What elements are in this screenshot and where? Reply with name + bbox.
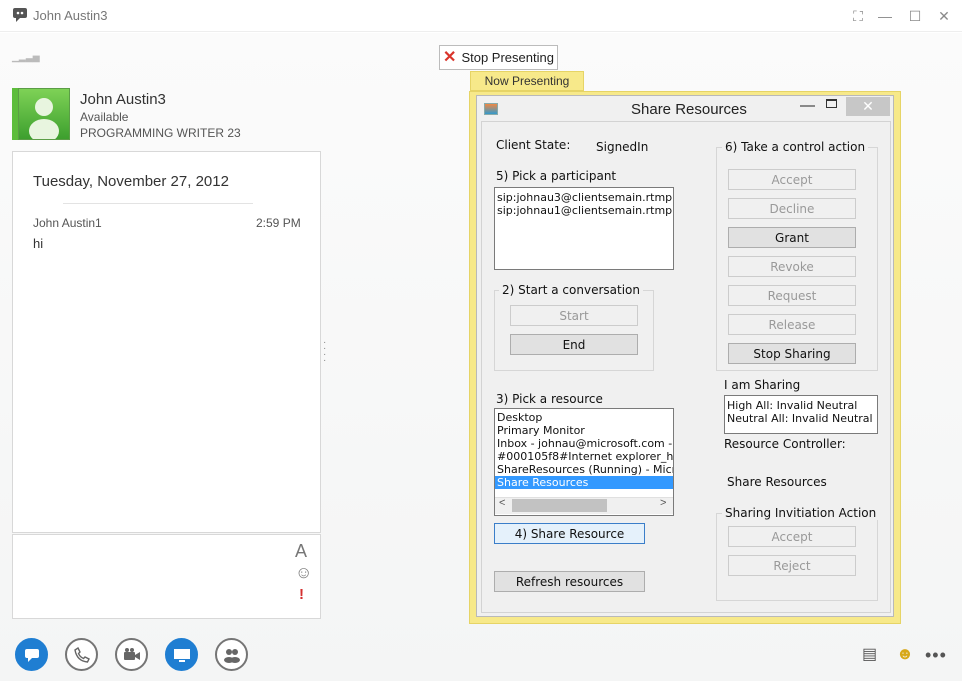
- list-item[interactable]: ShareResources (Running) - Microsof: [495, 463, 673, 476]
- message-input[interactable]: [12, 534, 321, 619]
- fullscreen-icon[interactable]: ⛶: [847, 6, 869, 26]
- decline-control-button[interactable]: Decline: [728, 198, 856, 219]
- list-item[interactable]: Inbox - johnau@microsoft.com - Outlo: [495, 437, 673, 450]
- sr-close-button[interactable]: ✕: [846, 97, 890, 116]
- i-am-sharing-label: I am Sharing: [724, 378, 801, 392]
- im-button[interactable]: [15, 638, 48, 671]
- stop-presenting-button[interactable]: ✕ Stop Presenting: [439, 45, 558, 70]
- stop-presenting-label: Stop Presenting: [461, 50, 554, 65]
- list-item[interactable]: sip:johnau3@clientsemain.rtmp.selfhc: [495, 191, 673, 204]
- layout-icon[interactable]: ▤: [862, 644, 877, 664]
- call-button[interactable]: [65, 638, 98, 671]
- close-button[interactable]: ✕: [933, 6, 955, 26]
- chat-bubble-icon: [24, 648, 39, 662]
- release-control-button[interactable]: Release: [728, 314, 856, 335]
- avatar[interactable]: [18, 88, 70, 143]
- request-control-button[interactable]: Request: [728, 285, 856, 306]
- importance-icon[interactable]: !: [299, 586, 304, 603]
- emoticon-icon[interactable]: ☺: [295, 563, 312, 583]
- start-conversation-group: [494, 290, 654, 371]
- start-button[interactable]: Start: [510, 305, 638, 326]
- title-bar: [0, 0, 962, 32]
- video-button[interactable]: [115, 638, 148, 671]
- list-item[interactable]: #000105f8#Internet explorer_hidden: [495, 450, 673, 463]
- sr-maximize-button[interactable]: [826, 99, 837, 108]
- share-resource-button[interactable]: 4) Share Resource: [494, 523, 645, 544]
- form-icon: [484, 103, 498, 115]
- control-action-label: 6) Take a control action: [722, 140, 869, 154]
- participant-list[interactable]: sip:johnau3@clientsemain.rtmp.selfhc sip…: [494, 187, 674, 270]
- list-item[interactable]: Desktop: [495, 411, 673, 424]
- person-icon: [29, 98, 59, 143]
- resource-controller-value: Share Resources: [727, 475, 827, 489]
- message-text: hi: [33, 236, 44, 251]
- message-sender: John Austin1: [33, 216, 102, 230]
- start-conversation-label: 2) Start a conversation: [499, 283, 643, 297]
- sharing-status-box: High All: Invalid Neutral Neutral All: I…: [724, 395, 878, 434]
- invitation-reject-button[interactable]: Reject: [728, 555, 856, 576]
- refresh-resources-button[interactable]: Refresh resources: [494, 571, 645, 592]
- pick-participant-label: 5) Pick a participant: [496, 169, 617, 183]
- more-options-icon[interactable]: •••: [925, 645, 947, 666]
- list-item-selected[interactable]: Share Resources: [495, 476, 673, 489]
- share-resources-title: Share Resources: [631, 101, 747, 118]
- present-button[interactable]: [165, 638, 198, 671]
- resource-controller-label: Resource Controller:: [724, 437, 846, 451]
- stop-sharing-button[interactable]: Stop Sharing: [728, 343, 856, 364]
- divider: [63, 203, 253, 204]
- sharing-line: High All: Invalid Neutral: [727, 399, 858, 412]
- maximize-button[interactable]: ☐: [904, 6, 926, 26]
- pick-resource-label: 3) Pick a resource: [496, 392, 603, 406]
- network-signal-icon: ▁▂▃▅: [12, 52, 40, 62]
- sharing-line: Neutral All: Invalid Neutral: [727, 412, 873, 425]
- scrollbar-thumb[interactable]: [512, 499, 607, 512]
- splitter-handle[interactable]: · · · ·: [323, 338, 327, 366]
- people-icon: [223, 648, 240, 663]
- list-item[interactable]: sip:johnau1@clientsemain.rtmp.selfhc: [495, 204, 673, 217]
- phone-icon: [73, 646, 90, 663]
- minimize-button[interactable]: —: [874, 6, 896, 26]
- grant-control-button[interactable]: Grant: [728, 227, 856, 248]
- scroll-right-icon[interactable]: >: [660, 497, 666, 509]
- contact-name[interactable]: John Austin3: [80, 91, 166, 108]
- accept-control-button[interactable]: Accept: [728, 169, 856, 190]
- contact-status: Available: [80, 110, 129, 124]
- sr-minimize-button[interactable]: —: [800, 97, 815, 114]
- invitation-action-label: Sharing Invitiation Action: [722, 506, 880, 520]
- window-title: John Austin3: [33, 8, 108, 23]
- lync-app-icon: [13, 8, 27, 22]
- participants-button[interactable]: [215, 638, 248, 671]
- conversation-date: Tuesday, November 27, 2012: [33, 173, 229, 190]
- invitation-accept-button[interactable]: Accept: [728, 526, 856, 547]
- end-button[interactable]: End: [510, 334, 638, 355]
- conversation-history: [12, 151, 321, 533]
- smiley-icon[interactable]: ☻: [896, 644, 914, 664]
- contact-title: PROGRAMMING WRITER 23: [80, 126, 241, 140]
- video-camera-icon: [123, 647, 140, 660]
- list-item[interactable]: Primary Monitor: [495, 424, 673, 437]
- monitor-icon: [173, 648, 190, 662]
- client-state-label: Client State:: [496, 138, 571, 152]
- now-presenting-tab: Now Presenting: [470, 71, 584, 91]
- font-icon[interactable]: A: [295, 541, 307, 562]
- revoke-control-button[interactable]: Revoke: [728, 256, 856, 277]
- close-icon: ✕: [443, 48, 457, 66]
- client-state-value: SignedIn: [596, 140, 649, 154]
- scroll-left-icon[interactable]: <: [499, 497, 505, 509]
- message-time: 2:59 PM: [256, 216, 301, 230]
